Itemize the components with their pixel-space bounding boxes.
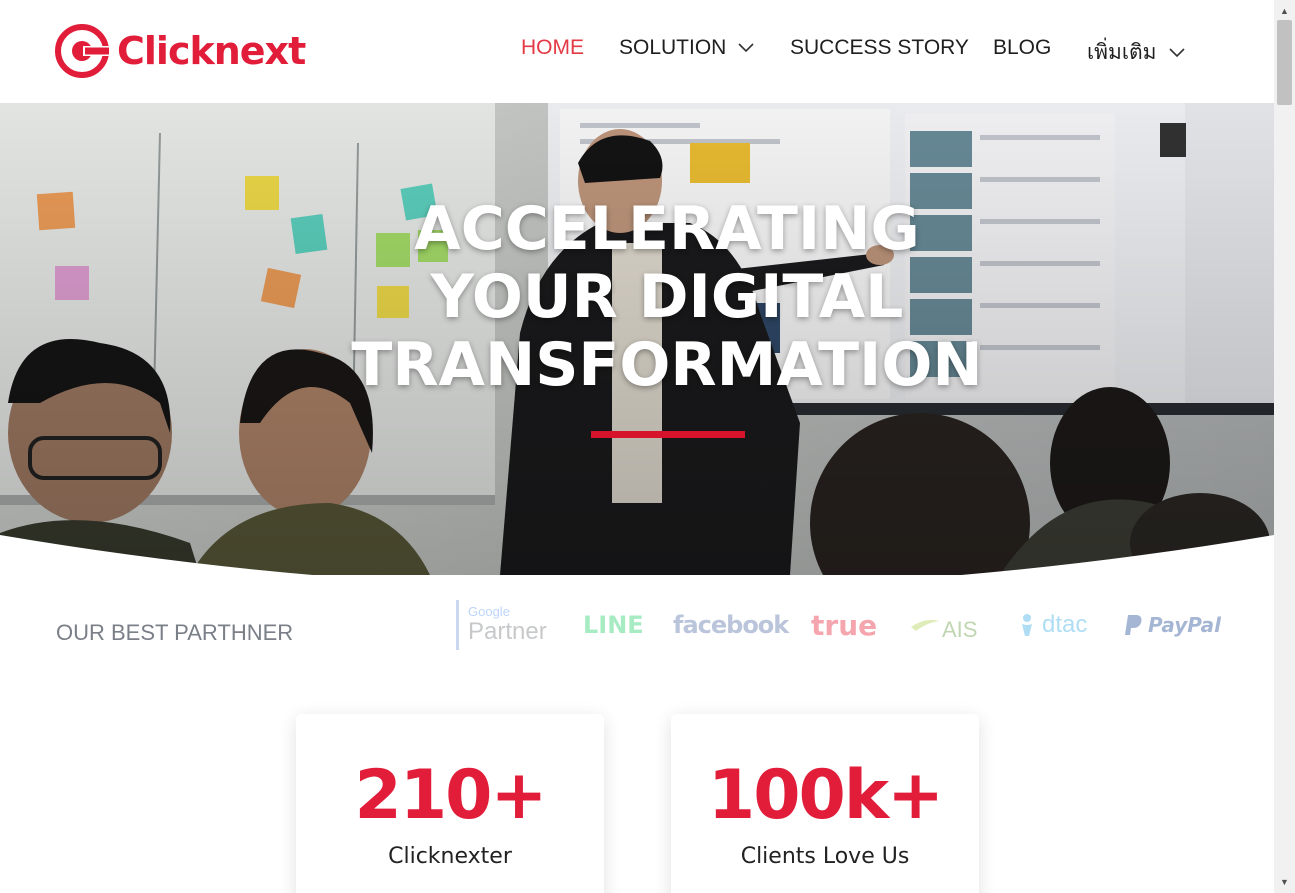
partner-logo-paypal: PayPal bbox=[1124, 600, 1221, 650]
ais-label: AIS bbox=[942, 617, 978, 642]
nav-solution-label: SOLUTION bbox=[619, 36, 727, 59]
nav-blog[interactable]: BLOG bbox=[993, 36, 1051, 60]
hero-accent-bar bbox=[591, 431, 745, 438]
scroll-up-arrow-icon[interactable]: ▲ bbox=[1274, 2, 1295, 20]
page-scrollbar[interactable]: ▲ ▼ bbox=[1274, 0, 1295, 893]
scroll-down-arrow-icon[interactable]: ▼ bbox=[1274, 873, 1295, 891]
hero-title: ACCELERATING YOUR DIGITAL TRANSFORMATION bbox=[0, 195, 1274, 399]
nav-home[interactable]: HOME bbox=[521, 36, 584, 60]
scroll-thumb[interactable] bbox=[1277, 20, 1292, 105]
clicknext-logo-icon bbox=[55, 24, 109, 78]
hero-title-line-2: YOUR DIGITAL bbox=[430, 262, 904, 332]
stat-value: 100k+ bbox=[707, 756, 944, 835]
hero-title-line-1: ACCELERATING bbox=[414, 194, 920, 264]
partners-label: OUR BEST PARTHNER bbox=[56, 620, 294, 645]
partner-logo-facebook: facebook bbox=[673, 611, 789, 639]
partner-logo-ais: AIS bbox=[910, 600, 977, 650]
paypal-icon bbox=[1125, 615, 1142, 635]
dtac-label: dtac bbox=[1042, 611, 1088, 638]
partner-logo-line: LINE bbox=[583, 611, 644, 639]
nav-solution[interactable]: SOLUTION bbox=[619, 36, 754, 60]
nav-blog-label: BLOG bbox=[993, 36, 1052, 59]
stat-label: Clients Love Us bbox=[740, 844, 910, 869]
hero-banner: ACCELERATING YOUR DIGITAL TRANSFORMATION bbox=[0, 103, 1274, 575]
google-partner-top: Google bbox=[468, 604, 510, 619]
ais-swoosh-icon bbox=[911, 619, 939, 631]
partner-logo-true: true bbox=[811, 608, 878, 642]
hero-title-line-3: TRANSFORMATION bbox=[351, 330, 983, 400]
chevron-down-icon bbox=[738, 43, 754, 53]
google-partner-bottom: Partner bbox=[468, 618, 547, 645]
stat-label: Clicknexter bbox=[388, 844, 512, 869]
stat-value: 210+ bbox=[354, 756, 548, 835]
nav-home-label: HOME bbox=[521, 36, 584, 59]
dtac-icon bbox=[1022, 614, 1032, 636]
brand-name: Clicknext bbox=[117, 29, 306, 73]
chevron-down-icon bbox=[1168, 47, 1185, 57]
nav-success-story[interactable]: SUCCESS STORY bbox=[790, 36, 969, 60]
nav-success-story-label: SUCCESS STORY bbox=[790, 36, 969, 59]
nav-more[interactable]: เพิ่มเติม bbox=[1087, 36, 1185, 69]
nav-more-label: เพิ่มเติม bbox=[1087, 41, 1157, 64]
stat-card: 100k+ Clients Love Us bbox=[671, 714, 979, 893]
partner-logo-dtac: dtac bbox=[1016, 600, 1087, 650]
site-header: Clicknext HOME SOLUTION SUCCESS STORY BL… bbox=[0, 0, 1274, 103]
brand-logo[interactable]: Clicknext bbox=[55, 24, 306, 78]
paypal-label: PayPal bbox=[1148, 613, 1222, 637]
stat-card: 210+ Clicknexter bbox=[296, 714, 604, 893]
partner-logo-google: Google Partner bbox=[456, 600, 547, 650]
